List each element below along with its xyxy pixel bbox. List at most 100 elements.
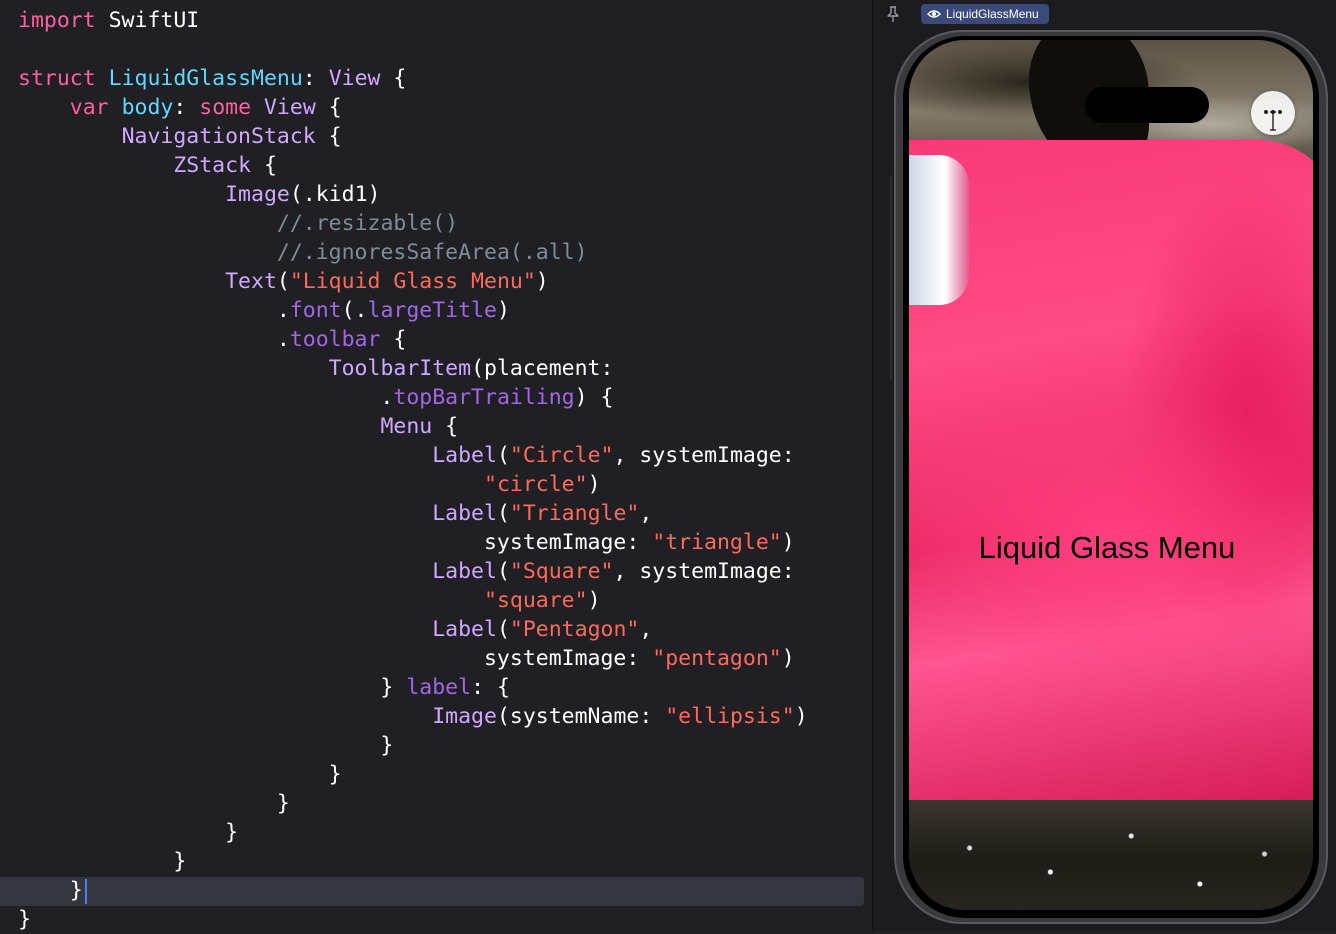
code-line[interactable]: Text("Liquid Glass Menu") — [18, 267, 808, 296]
code-line[interactable]: .font(.largeTitle) — [18, 296, 808, 325]
code-token: "triangle" — [652, 530, 782, 555]
code-line[interactable]: import SwiftUI — [18, 6, 808, 35]
code-line[interactable]: } — [18, 876, 808, 905]
code-line[interactable]: ToolbarItem(placement: — [18, 354, 808, 383]
code-token: (.kid1) — [289, 182, 381, 207]
code-token: (systemName: — [496, 704, 666, 729]
code-token: , systemImage: — [613, 443, 795, 468]
code-line[interactable]: } label: { — [18, 673, 808, 702]
code-token: "Triangle" — [509, 501, 640, 526]
device-screen: Liquid Glass Menu — [909, 40, 1313, 910]
code-editor[interactable]: import SwiftUI struct LiquidGlassMenu: Vi… — [0, 0, 872, 932]
code-token: } — [18, 675, 407, 700]
code-token: } — [18, 820, 239, 845]
code-token: } — [18, 878, 83, 903]
code-token: NavigationStack — [121, 124, 316, 149]
code-token: systemImage: — [18, 646, 653, 671]
code-line[interactable]: //.resizable() — [18, 209, 808, 238]
code-token: "Circle" — [509, 443, 614, 468]
code-line[interactable]: } — [18, 789, 808, 818]
code-line[interactable] — [18, 35, 808, 64]
code-line[interactable]: ZStack { — [18, 151, 808, 180]
code-token: ) — [781, 530, 795, 555]
code-line[interactable]: .toolbar { — [18, 325, 808, 354]
code-token: "ellipsis" — [665, 704, 795, 729]
code-token: ( — [496, 501, 510, 526]
dynamic-island — [1085, 87, 1209, 123]
code-line[interactable]: systemImage: "pentagon") — [18, 644, 808, 673]
code-line[interactable]: } — [18, 847, 808, 876]
code-token: ) — [535, 269, 549, 294]
code-token: "Liquid Glass Menu" — [289, 269, 536, 294]
code-line[interactable]: Label("Square", systemImage: — [18, 557, 808, 586]
code-line[interactable]: } — [18, 731, 808, 760]
background-photo-garment — [909, 140, 1313, 820]
code-token: Image — [432, 704, 497, 729]
code-line[interactable]: systemImage: "triangle") — [18, 528, 808, 557]
code-token: ( — [496, 559, 510, 584]
code-line[interactable]: } — [18, 760, 808, 789]
code-token: } — [18, 791, 290, 816]
code-token: ) — [781, 646, 795, 671]
code-token: ( — [496, 617, 510, 642]
code-line[interactable]: NavigationStack { — [18, 122, 808, 151]
canvas-edge-marker — [890, 175, 892, 380]
code-line[interactable]: Image(.kid1) — [18, 180, 808, 209]
code-token: ) — [794, 704, 808, 729]
background-photo-sleeve — [909, 155, 969, 305]
code-line[interactable]: "circle") — [18, 470, 808, 499]
eye-icon — [927, 9, 941, 19]
pin-icon[interactable] — [885, 5, 901, 23]
source-code[interactable]: import SwiftUI struct LiquidGlassMenu: Vi… — [18, 6, 808, 934]
code-token: Text — [225, 269, 277, 294]
code-token: ) { — [574, 385, 614, 410]
code-line[interactable]: Menu { — [18, 412, 808, 441]
code-line[interactable]: Label("Pentagon", — [18, 615, 808, 644]
code-token: body — [121, 95, 174, 120]
background-photo-ripples — [909, 800, 1313, 910]
code-token: { — [251, 153, 277, 178]
code-token: : — [302, 66, 329, 91]
code-line[interactable]: struct LiquidGlassMenu: View { — [18, 64, 808, 93]
code-token: some — [199, 95, 252, 120]
code-token: } — [18, 762, 342, 787]
menu-button[interactable] — [1251, 91, 1295, 135]
code-token: View — [328, 66, 381, 91]
code-token: , systemImage: — [613, 559, 795, 584]
code-token: systemImage: — [18, 530, 653, 555]
code-token: //.resizable() — [276, 211, 459, 236]
screen-title: Liquid Glass Menu — [978, 530, 1236, 565]
code-line[interactable]: var body: some View { — [18, 93, 808, 122]
code-token: "square" — [484, 588, 588, 613]
code-token: var — [69, 95, 109, 120]
code-line[interactable]: //.ignoresSafeArea(.all) — [18, 238, 808, 267]
code-token: Label — [432, 443, 497, 468]
code-token: struct — [18, 66, 96, 91]
code-line[interactable]: "square") — [18, 586, 808, 615]
code-line[interactable]: Label("Triangle", — [18, 499, 808, 528]
code-token: Label — [432, 501, 497, 526]
code-token: font — [289, 298, 342, 323]
code-line[interactable]: .topBarTrailing) { — [18, 383, 808, 412]
code-token: ( — [496, 443, 510, 468]
code-token: { — [315, 95, 342, 120]
code-token: ) — [587, 472, 601, 497]
preview-selector[interactable]: LiquidGlassMenu — [921, 4, 1049, 24]
code-token: Label — [432, 559, 497, 584]
code-line[interactable]: Image(systemName: "ellipsis") — [18, 702, 808, 731]
code-token: topBarTrailing — [393, 385, 575, 410]
code-line[interactable]: Label("Circle", systemImage: — [18, 441, 808, 470]
code-line[interactable]: } — [18, 818, 808, 847]
